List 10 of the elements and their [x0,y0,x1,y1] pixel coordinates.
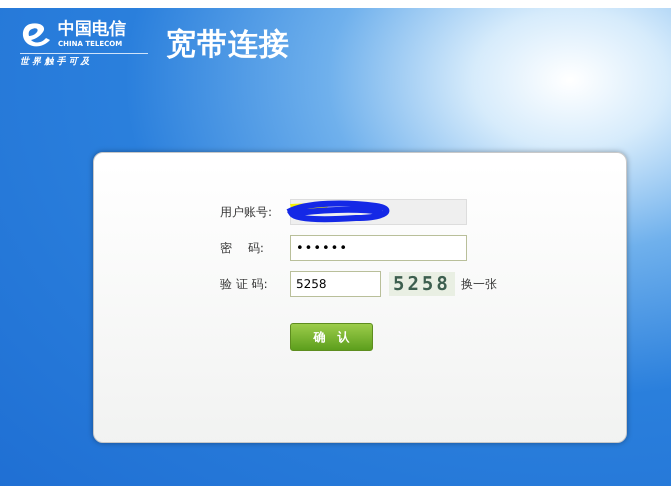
captcha-image: 5258 [389,272,455,296]
captcha-field[interactable]: 5258 [290,271,381,297]
field-label: 用户账号: [220,204,274,221]
password-field[interactable]: •••••• [290,235,467,261]
field-label: 密 码: [220,240,265,257]
slogan: 世 界 触 手 可 及 [20,55,91,69]
brand-name: 中国电信 [58,20,126,40]
refresh-captcha-link[interactable]: 换一张 [460,275,497,293]
page-title: 宽带连接 [166,26,290,64]
field-label: 验 证 码: [220,276,269,293]
